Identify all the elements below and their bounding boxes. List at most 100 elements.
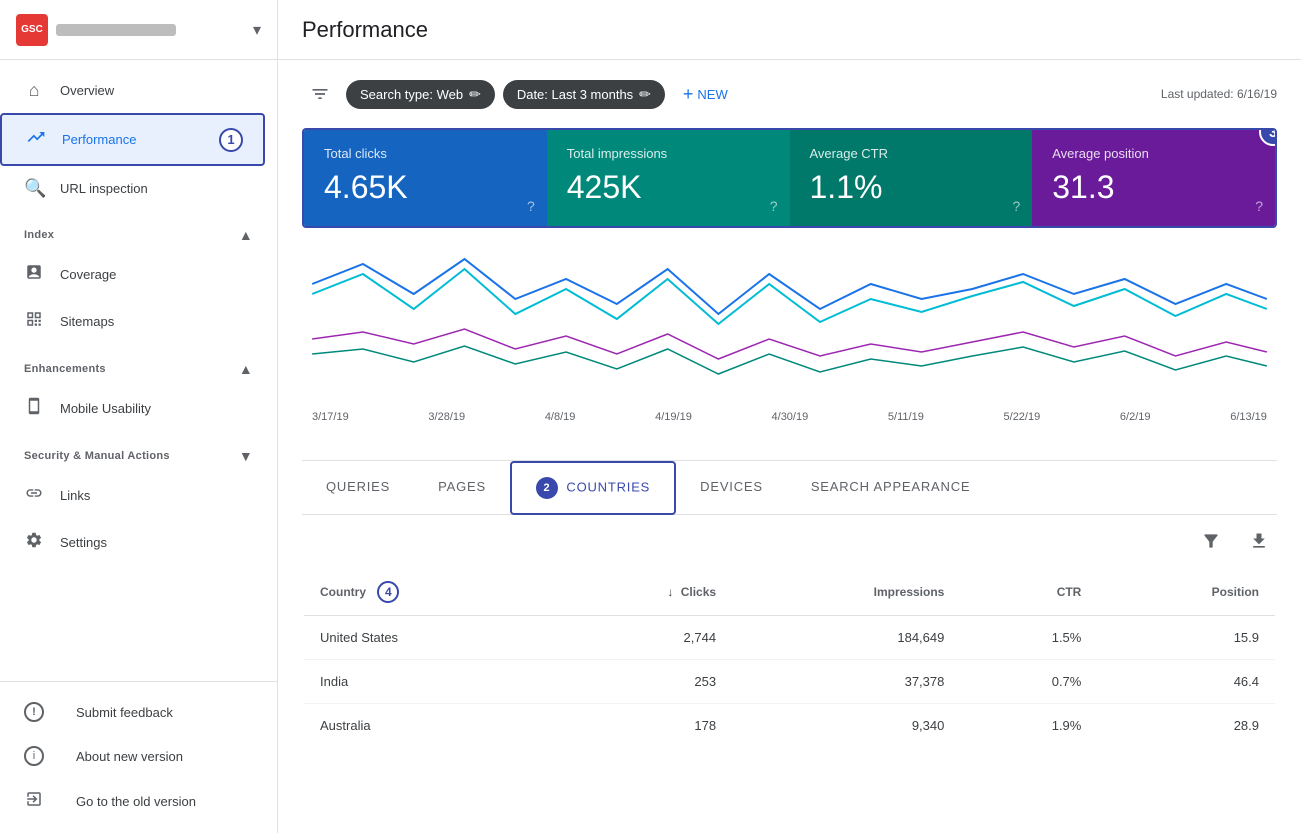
total-impressions-card[interactable]: Total impressions 425K ? xyxy=(547,130,790,226)
tab-search-appearance[interactable]: SEARCH APPEARANCE xyxy=(787,465,995,511)
tab-pages[interactable]: PAGES xyxy=(414,465,510,511)
sidebar-item-sitemaps-label: Sitemaps xyxy=(60,314,114,329)
tabs-section: QUERIES PAGES 2 COUNTRIES DEVICES SEARCH… xyxy=(302,460,1277,749)
sitemaps-icon xyxy=(24,310,44,333)
table-row[interactable]: Australia 178 9,340 1.9% 28.9 xyxy=(303,704,1276,749)
ctr-value: 1.1% xyxy=(810,169,1013,206)
col-header-position[interactable]: Position xyxy=(1097,568,1276,616)
new-filter-button[interactable]: + NEW xyxy=(673,78,738,111)
impressions-help-icon[interactable]: ? xyxy=(770,198,778,214)
sidebar-item-performance[interactable]: Performance 1 xyxy=(0,113,265,166)
clicks-label: Total clicks xyxy=(324,146,527,161)
tab-pages-label: PAGES xyxy=(438,479,486,494)
sidebar-item-overview[interactable]: ⌂ Overview xyxy=(0,68,265,113)
sidebar-item-coverage[interactable]: Coverage xyxy=(0,251,265,298)
cell-position-0: 15.9 xyxy=(1097,616,1276,660)
average-ctr-card[interactable]: Average CTR 1.1% ? xyxy=(790,130,1033,226)
links-icon xyxy=(24,484,44,507)
clicks-help-icon[interactable]: ? xyxy=(527,198,535,214)
ctr-help-icon[interactable]: ? xyxy=(1012,198,1020,214)
cell-country-1: India xyxy=(303,660,553,704)
position-help-icon[interactable]: ? xyxy=(1255,198,1263,214)
filter-table-button[interactable] xyxy=(1193,523,1229,559)
cell-clicks-2: 178 xyxy=(553,704,732,749)
col-header-ctr[interactable]: CTR xyxy=(960,568,1097,616)
chart-date-8: 6/13/19 xyxy=(1230,411,1267,423)
cell-impressions-1: 37,378 xyxy=(732,660,960,704)
sidebar-item-settings[interactable]: Settings xyxy=(0,519,265,566)
sidebar-item-coverage-label: Coverage xyxy=(60,267,116,282)
page-header: Performance xyxy=(278,0,1301,60)
download-table-button[interactable] xyxy=(1241,523,1277,559)
date-edit-icon: ✏ xyxy=(639,86,651,103)
cell-clicks-1: 253 xyxy=(553,660,732,704)
chart-date-5: 5/11/19 xyxy=(888,411,924,423)
step-4-badge: 4 xyxy=(377,581,399,603)
col-header-impressions[interactable]: Impressions xyxy=(732,568,960,616)
tab-queries[interactable]: QUERIES xyxy=(302,465,414,511)
ctr-label: Average CTR xyxy=(810,146,1013,161)
home-icon: ⌂ xyxy=(24,80,44,101)
impressions-value: 425K xyxy=(567,169,770,206)
tab-queries-label: QUERIES xyxy=(326,479,390,494)
tabs-row: QUERIES PAGES 2 COUNTRIES DEVICES SEARCH… xyxy=(302,461,1277,515)
tab-devices[interactable]: DEVICES xyxy=(676,465,787,511)
total-clicks-card[interactable]: Total clicks 4.65K ? xyxy=(304,130,547,226)
chart-date-labels: 3/17/19 3/28/19 4/8/19 4/19/19 4/30/19 5… xyxy=(302,411,1277,423)
cell-impressions-2: 9,340 xyxy=(732,704,960,749)
step-1-badge: 1 xyxy=(219,128,243,152)
tab-countries-label: COUNTRIES xyxy=(566,479,650,494)
cell-country-2: Australia xyxy=(303,704,553,749)
sort-arrow-icon: ↓ xyxy=(667,585,673,599)
sidebar-item-links-label: Links xyxy=(60,488,90,503)
country-col-label: Country xyxy=(320,585,366,599)
table-row[interactable]: India 253 37,378 0.7% 46.4 xyxy=(303,660,1276,704)
about-new-version-button[interactable]: i About new version xyxy=(0,734,277,778)
average-position-card[interactable]: Average position 31.3 ? xyxy=(1032,130,1275,226)
tab-countries[interactable]: 2 COUNTRIES xyxy=(510,461,676,515)
clicks-value: 4.65K xyxy=(324,169,527,206)
mobile-icon xyxy=(24,397,44,420)
security-collapse-icon[interactable]: ▼ xyxy=(239,448,253,464)
date-chip-label: Date: Last 3 months xyxy=(517,87,633,102)
plus-icon: + xyxy=(683,84,694,105)
chart-date-7: 6/2/19 xyxy=(1120,411,1151,423)
sidebar-item-links[interactable]: Links xyxy=(0,472,265,519)
chart-date-2: 4/8/19 xyxy=(545,411,576,423)
sidebar-item-url-inspection[interactable]: 🔍 URL inspection xyxy=(0,166,265,211)
sidebar-item-settings-label: Settings xyxy=(60,535,107,550)
main-body: Search type: Web ✏ Date: Last 3 months ✏… xyxy=(278,60,1301,833)
submit-feedback-label: Submit feedback xyxy=(76,705,173,720)
sidebar-collapse-button[interactable]: ▾ xyxy=(253,20,261,40)
go-to-old-version-label: Go to the old version xyxy=(76,794,196,809)
table-row[interactable]: United States 2,744 184,649 1.5% 15.9 xyxy=(303,616,1276,660)
date-chip[interactable]: Date: Last 3 months ✏ xyxy=(503,80,665,109)
search-type-chip[interactable]: Search type: Web ✏ xyxy=(346,80,495,109)
sidebar-item-sitemaps[interactable]: Sitemaps xyxy=(0,298,265,345)
page-title: Performance xyxy=(302,17,428,43)
old-version-icon xyxy=(24,790,44,813)
metrics-container: Total clicks 4.65K ? Total impressions 4… xyxy=(302,128,1277,228)
sidebar-item-mobile-usability[interactable]: Mobile Usability xyxy=(0,385,265,432)
last-updated-text: Last updated: 6/16/19 xyxy=(1161,87,1277,101)
cell-impressions-0: 184,649 xyxy=(732,616,960,660)
index-collapse-icon[interactable]: ▲ xyxy=(239,227,253,243)
cell-ctr-2: 1.9% xyxy=(960,704,1097,749)
col-header-clicks[interactable]: ↓ Clicks xyxy=(553,568,732,616)
filter-icon-button[interactable] xyxy=(302,76,338,112)
search-icon: 🔍 xyxy=(24,178,44,199)
go-to-old-version-button[interactable]: Go to the old version xyxy=(0,778,277,825)
chart-date-4: 4/30/19 xyxy=(772,411,809,423)
submit-feedback-button[interactable]: ! Submit feedback xyxy=(0,690,277,734)
sidebar-item-url-inspection-label: URL inspection xyxy=(60,181,148,196)
sidebar-item-performance-label: Performance xyxy=(62,132,136,147)
index-section-label: Index xyxy=(24,229,54,241)
new-label: NEW xyxy=(697,87,727,102)
security-section-header: Security & Manual Actions ▼ xyxy=(0,432,277,472)
enhancements-collapse-icon[interactable]: ▲ xyxy=(239,361,253,377)
performance-chart: 3/17/19 3/28/19 4/8/19 4/19/19 4/30/19 5… xyxy=(302,244,1277,444)
main-content: Performance Search type: Web ✏ Date: Las… xyxy=(278,0,1301,833)
cell-position-2: 28.9 xyxy=(1097,704,1276,749)
tab-search-appearance-label: SEARCH APPEARANCE xyxy=(811,479,971,494)
position-col-label: Position xyxy=(1212,585,1259,599)
